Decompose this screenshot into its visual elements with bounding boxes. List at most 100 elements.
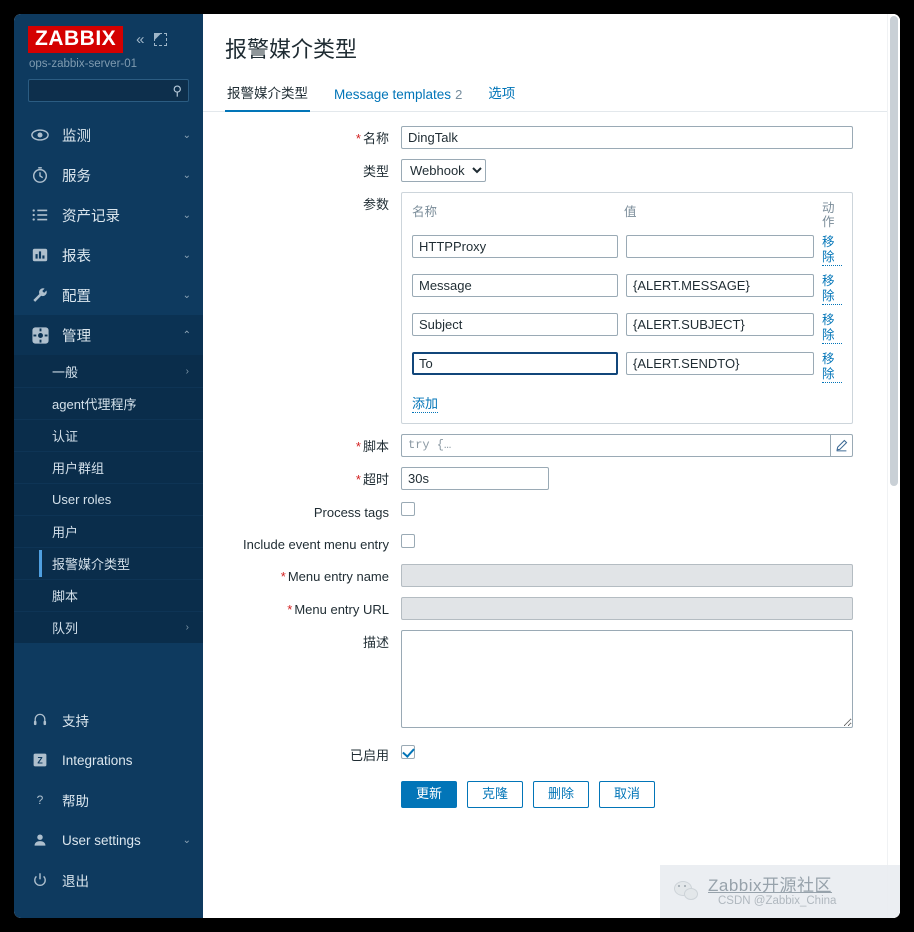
- search-box[interactable]: ⚲: [28, 79, 189, 103]
- remove-parameter-link[interactable]: 移除: [822, 235, 842, 266]
- delete-button[interactable]: 删除: [533, 781, 590, 808]
- include-event-menu-entry-label: Include event menu entry: [243, 536, 389, 552]
- clone-button[interactable]: 克隆: [467, 781, 524, 808]
- required-marker: *: [287, 602, 293, 618]
- sidebar-subitem-users[interactable]: 用户: [14, 515, 203, 547]
- parameters-label: 参数: [203, 192, 401, 214]
- parameter-name-input[interactable]: [412, 351, 618, 375]
- sidebar-item-inventory[interactable]: 资产记录 ⌄: [14, 195, 203, 235]
- search-input[interactable]: [37, 82, 173, 99]
- remove-parameter-link[interactable]: 移除: [822, 352, 842, 383]
- sidebar-item-label: 服务: [62, 168, 91, 185]
- wrench-icon: [30, 285, 50, 305]
- process-tags-label: Process tags: [313, 504, 389, 520]
- field-row-menu-entry-url: * Menu entry URL: [203, 597, 900, 621]
- sidebar-subitem-label: 报警媒介类型: [52, 557, 131, 573]
- chevron-down-icon: ⌄: [182, 249, 191, 261]
- description-label: 描述: [362, 635, 389, 651]
- sidebar-subitem-user-groups[interactable]: 用户群组: [14, 451, 203, 483]
- chevron-double-left-icon[interactable]: «: [136, 32, 144, 47]
- script-field-wrapper: try {…: [401, 433, 853, 457]
- collapse-sidebar-icon[interactable]: [153, 33, 167, 47]
- question-mark-icon: ?: [30, 790, 50, 810]
- table-row: 移除: [412, 273, 842, 305]
- sidebar-subitem-proxies[interactable]: agent代理程序: [14, 387, 203, 419]
- vertical-scrollbar[interactable]: [887, 14, 900, 918]
- sidebar-item-integrations[interactable]: Z Integrations: [14, 740, 203, 780]
- description-textarea[interactable]: [401, 630, 853, 729]
- pencil-icon[interactable]: [830, 433, 853, 457]
- parameters-table: 名称 值 动作 移除 移除: [401, 192, 853, 424]
- remove-label: 移除: [822, 274, 842, 305]
- parameter-value-input[interactable]: [626, 312, 814, 336]
- tab-message-templates[interactable]: Message templates 2: [332, 81, 464, 112]
- field-row-parameters: 参数 名称 值 动作 移除: [203, 192, 900, 424]
- sidebar: ZABBIX « ops-zabbix-server-01 ⚲ 监测 ⌄ 服务 …: [14, 14, 203, 918]
- sidebar-subitem-scripts[interactable]: 脚本: [14, 579, 203, 611]
- scrollbar-thumb[interactable]: [890, 16, 898, 486]
- sidebar-subitem-user-roles[interactable]: User roles: [14, 483, 203, 515]
- sidebar-subitem-media-types[interactable]: 报警媒介类型: [14, 547, 203, 579]
- parameter-value-input[interactable]: [626, 351, 814, 375]
- parameter-value-input[interactable]: [626, 273, 814, 297]
- sidebar-item-label: 帮助: [62, 794, 89, 809]
- sidebar-item-user-settings[interactable]: User settings ⌄: [14, 820, 203, 860]
- remove-parameter-link[interactable]: 移除: [822, 274, 842, 305]
- cancel-button[interactable]: 取消: [599, 781, 656, 808]
- add-parameter-link[interactable]: 添加: [412, 393, 439, 413]
- table-row: 移除: [412, 234, 842, 266]
- menu-entry-name-control: [401, 564, 900, 588]
- power-icon: [30, 870, 50, 890]
- sidebar-item-label: 管理: [62, 328, 91, 345]
- field-row-menu-entry-name: * Menu entry name: [203, 564, 900, 588]
- sidebar-item-administration[interactable]: 管理 ⌃: [14, 315, 203, 356]
- name-input[interactable]: [401, 126, 853, 149]
- remove-parameter-link[interactable]: 移除: [822, 313, 842, 344]
- label-text: 名称: [362, 131, 389, 146]
- sidebar-item-configuration[interactable]: 配置 ⌄: [14, 275, 203, 315]
- sidebar-item-reports[interactable]: 报表 ⌄: [14, 235, 203, 275]
- enabled-checkbox[interactable]: [401, 744, 415, 759]
- tab-media-type[interactable]: 报警媒介类型: [225, 76, 310, 112]
- sidebar-subitem-label: 脚本: [52, 589, 79, 605]
- sidebar-subitem-general[interactable]: 一般 ›: [14, 355, 203, 387]
- field-row-enabled: 已启用: [203, 743, 900, 765]
- parameter-name-input[interactable]: [412, 312, 618, 336]
- parameter-name-input[interactable]: [412, 234, 618, 258]
- parameter-name-input[interactable]: [412, 273, 618, 297]
- remove-label: 移除: [822, 313, 842, 344]
- tab-options[interactable]: 选项: [486, 76, 517, 112]
- sidebar-item-services[interactable]: 服务 ⌄: [14, 155, 203, 195]
- remove-label: 移除: [822, 352, 842, 383]
- field-row-timeout: * 超时: [203, 466, 900, 490]
- name-control: [401, 126, 900, 149]
- required-marker: *: [355, 438, 361, 454]
- sidebar-item-label: 配置: [62, 288, 91, 305]
- search-icon[interactable]: ⚲: [172, 84, 182, 97]
- update-button[interactable]: 更新: [401, 781, 458, 808]
- zabbix-z-icon: Z: [30, 750, 50, 770]
- sidebar-subitem-authentication[interactable]: 认证: [14, 419, 203, 451]
- include-event-menu-entry-checkbox[interactable]: [401, 533, 415, 548]
- gear-icon: [30, 325, 50, 345]
- parameter-value-input[interactable]: [626, 234, 814, 258]
- sidebar-item-support[interactable]: 支持: [14, 700, 203, 740]
- type-select[interactable]: Webhook: [401, 159, 486, 182]
- enabled-control: [401, 743, 900, 761]
- include-event-menu-entry-control: [401, 532, 900, 550]
- sidebar-footer-nav: 支持 Z Integrations ? 帮助 User settings ⌄ 退…: [14, 700, 203, 918]
- sidebar-item-signout[interactable]: 退出: [14, 860, 203, 900]
- timeout-label: * 超时: [203, 467, 401, 489]
- label-text: 超时: [362, 471, 389, 487]
- sidebar-item-monitoring[interactable]: 监测 ⌄: [14, 115, 203, 155]
- label-text: 脚本: [362, 438, 389, 454]
- sidebar-item-help[interactable]: ? 帮助: [14, 780, 203, 820]
- script-preview[interactable]: try {…: [401, 433, 830, 457]
- column-header-value: 值: [624, 205, 637, 219]
- process-tags-checkbox[interactable]: [401, 501, 415, 516]
- sidebar-subitem-queue[interactable]: 队列 ›: [14, 611, 203, 643]
- watermark: Zabbix开源社区 CSDN @Zabbix_China: [660, 865, 900, 918]
- sidebar-subitem-label: agent代理程序: [52, 397, 137, 413]
- timeout-input[interactable]: [401, 466, 549, 490]
